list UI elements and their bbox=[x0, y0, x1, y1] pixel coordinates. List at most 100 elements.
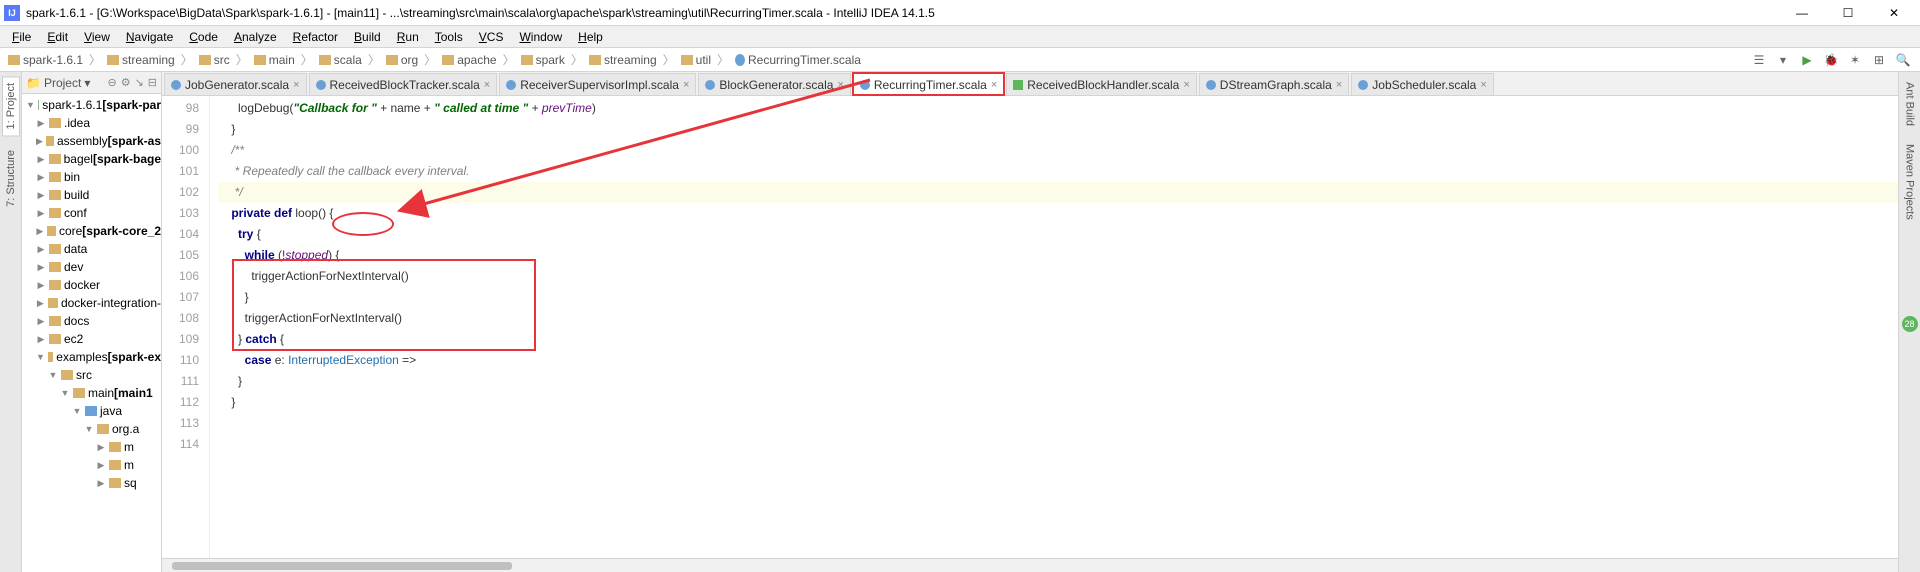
close-tab-icon[interactable]: × bbox=[991, 79, 997, 91]
menu-build[interactable]: Build bbox=[346, 28, 389, 46]
structure-icon[interactable]: ⊞ bbox=[1870, 51, 1888, 69]
window-title: spark-1.6.1 - [G:\Workspace\BigData\Spar… bbox=[26, 6, 1788, 20]
scroll-target-icon[interactable]: ↘ bbox=[135, 76, 144, 89]
tree-node-java[interactable]: ▼java bbox=[22, 402, 161, 420]
tab-ReceivedBlockTracker-scala[interactable]: ReceivedBlockTracker.scala× bbox=[309, 73, 498, 95]
crumb-scala[interactable]: scala bbox=[315, 53, 366, 67]
tree-node-org-a[interactable]: ▼org.a bbox=[22, 420, 161, 438]
menu-analyze[interactable]: Analyze bbox=[226, 28, 285, 46]
tree-node-bin[interactable]: ▶bin bbox=[22, 168, 161, 186]
settings-icon[interactable]: ⚙ bbox=[121, 76, 131, 89]
menu-view[interactable]: View bbox=[76, 28, 118, 46]
scala-file-icon bbox=[705, 80, 715, 90]
debug-icon[interactable]: 🐞 bbox=[1822, 51, 1840, 69]
tree-node-main[interactable]: ▼main [main1 bbox=[22, 384, 161, 402]
tree-node-examples[interactable]: ▼examples [spark-ex bbox=[22, 348, 161, 366]
line-number: 99 bbox=[162, 119, 199, 140]
menu-file[interactable]: File bbox=[4, 28, 39, 46]
crumb-main[interactable]: main bbox=[250, 53, 299, 67]
tree-node-dev[interactable]: ▶dev bbox=[22, 258, 161, 276]
tree-node-data[interactable]: ▶data bbox=[22, 240, 161, 258]
close-tab-icon[interactable]: × bbox=[1183, 79, 1189, 91]
editor-body: 9899100101102103104105106107108109110111… bbox=[162, 96, 1898, 572]
minimize-button[interactable]: — bbox=[1788, 3, 1816, 23]
search-icon[interactable]: 🔍 bbox=[1894, 51, 1912, 69]
crumb-org[interactable]: org bbox=[382, 53, 422, 67]
run-icon[interactable]: ▶ bbox=[1798, 51, 1816, 69]
tab-ReceiverSupervisorImpl-scala[interactable]: ReceiverSupervisorImpl.scala× bbox=[499, 73, 696, 95]
menu-vcs[interactable]: VCS bbox=[471, 28, 512, 46]
crumb-apache[interactable]: apache bbox=[438, 53, 500, 67]
chevron-icon: 〉 bbox=[299, 51, 315, 68]
tree-node-ec2[interactable]: ▶ec2 bbox=[22, 330, 161, 348]
tree-node-docs[interactable]: ▶docs bbox=[22, 312, 161, 330]
nav-bar: spark-1.6.1〉streaming〉src〉main〉scala〉org… bbox=[0, 48, 1920, 72]
crumb-spark[interactable]: spark bbox=[517, 53, 569, 67]
tree-node-src[interactable]: ▼src bbox=[22, 366, 161, 384]
menu-run[interactable]: Run bbox=[389, 28, 427, 46]
project-view-selector[interactable]: 📁 Project ▾ bbox=[26, 76, 90, 90]
maven-projects-tab[interactable]: Maven Projects bbox=[1902, 138, 1918, 226]
title-bar: IJ spark-1.6.1 - [G:\Workspace\BigData\S… bbox=[0, 0, 1920, 26]
crumb-util[interactable]: util bbox=[677, 53, 715, 67]
hide-icon[interactable]: ⊟ bbox=[148, 76, 157, 89]
horizontal-scrollbar[interactable] bbox=[162, 558, 1898, 572]
close-tab-icon[interactable]: × bbox=[484, 79, 490, 91]
close-tab-icon[interactable]: × bbox=[293, 79, 299, 91]
tree-node-conf[interactable]: ▶conf bbox=[22, 204, 161, 222]
tree-node-core[interactable]: ▶core [spark-core_2 bbox=[22, 222, 161, 240]
structure-tool-tab[interactable]: 7: Structure bbox=[3, 144, 19, 213]
menu-help[interactable]: Help bbox=[570, 28, 611, 46]
tree-node-sq[interactable]: ▶sq bbox=[22, 474, 161, 492]
tab-ReceivedBlockHandler-scala[interactable]: ReceivedBlockHandler.scala× bbox=[1006, 73, 1197, 95]
chevron-icon: 〉 bbox=[422, 51, 438, 68]
tab-BlockGenerator-scala[interactable]: BlockGenerator.scala× bbox=[698, 73, 851, 95]
menu-refactor[interactable]: Refactor bbox=[285, 28, 346, 46]
dropdown-icon[interactable]: ▾ bbox=[1774, 51, 1792, 69]
tree-node-m[interactable]: ▶m bbox=[22, 438, 161, 456]
crumb-src[interactable]: src bbox=[195, 53, 234, 67]
line-number: 100 bbox=[162, 140, 199, 161]
menu-code[interactable]: Code bbox=[181, 28, 226, 46]
close-tab-icon[interactable]: × bbox=[1480, 79, 1486, 91]
project-tree[interactable]: ▼spark-1.6.1 [spark-par▶.idea▶assembly [… bbox=[22, 94, 161, 494]
breadcrumb: spark-1.6.1〉streaming〉src〉main〉scala〉org… bbox=[4, 51, 1750, 68]
tree-node-m[interactable]: ▶m bbox=[22, 456, 161, 474]
menu-tools[interactable]: Tools bbox=[427, 28, 471, 46]
tab-DStreamGraph-scala[interactable]: DStreamGraph.scala× bbox=[1199, 73, 1349, 95]
tree-node-docker[interactable]: ▶docker bbox=[22, 276, 161, 294]
crumb-spark-1-6-1[interactable]: spark-1.6.1 bbox=[4, 53, 87, 67]
menu-navigate[interactable]: Navigate bbox=[118, 28, 181, 46]
crumb-streaming[interactable]: streaming bbox=[103, 53, 179, 67]
menu-window[interactable]: Window bbox=[511, 28, 570, 46]
make-icon[interactable]: ☰ bbox=[1750, 51, 1768, 69]
left-tool-strip: 1: Project 7: Structure bbox=[0, 72, 22, 572]
tab-JobScheduler-scala[interactable]: JobScheduler.scala× bbox=[1351, 73, 1494, 95]
chevron-icon: 〉 bbox=[569, 51, 585, 68]
close-tab-icon[interactable]: × bbox=[837, 79, 843, 91]
line-number: 104 bbox=[162, 224, 199, 245]
close-tab-icon[interactable]: × bbox=[683, 79, 689, 91]
tab-RecurringTimer-scala[interactable]: RecurringTimer.scala× bbox=[853, 73, 1004, 95]
close-button[interactable]: ✕ bbox=[1880, 3, 1908, 23]
maximize-button[interactable]: ☐ bbox=[1834, 3, 1862, 23]
menu-edit[interactable]: Edit bbox=[39, 28, 76, 46]
crumb-RecurringTimer-scala[interactable]: RecurringTimer.scala bbox=[731, 53, 865, 67]
collapse-icon[interactable]: ⊖ bbox=[107, 76, 116, 89]
close-tab-icon[interactable]: × bbox=[1336, 79, 1342, 91]
tree-node-docker-integration-[interactable]: ▶docker-integration- bbox=[22, 294, 161, 312]
tree-node--idea[interactable]: ▶.idea bbox=[22, 114, 161, 132]
inspection-badge[interactable]: 28 bbox=[1902, 316, 1918, 332]
crumb-streaming[interactable]: streaming bbox=[585, 53, 661, 67]
tree-node-build[interactable]: ▶build bbox=[22, 186, 161, 204]
tree-node-spark-1-6-1[interactable]: ▼spark-1.6.1 [spark-par bbox=[22, 96, 161, 114]
project-tool-tab[interactable]: 1: Project bbox=[2, 76, 20, 136]
tree-node-bagel[interactable]: ▶bagel [spark-bage bbox=[22, 150, 161, 168]
scrollbar-thumb[interactable] bbox=[172, 562, 512, 570]
line-number: 98 bbox=[162, 98, 199, 119]
ant-build-tab[interactable]: Ant Build bbox=[1902, 76, 1918, 132]
code-editor[interactable]: logDebug("Callback for " + name + " call… bbox=[210, 96, 1898, 572]
stop-icon[interactable]: ✶ bbox=[1846, 51, 1864, 69]
tab-JobGenerator-scala[interactable]: JobGenerator.scala× bbox=[164, 73, 307, 95]
tree-node-assembly[interactable]: ▶assembly [spark-as bbox=[22, 132, 161, 150]
